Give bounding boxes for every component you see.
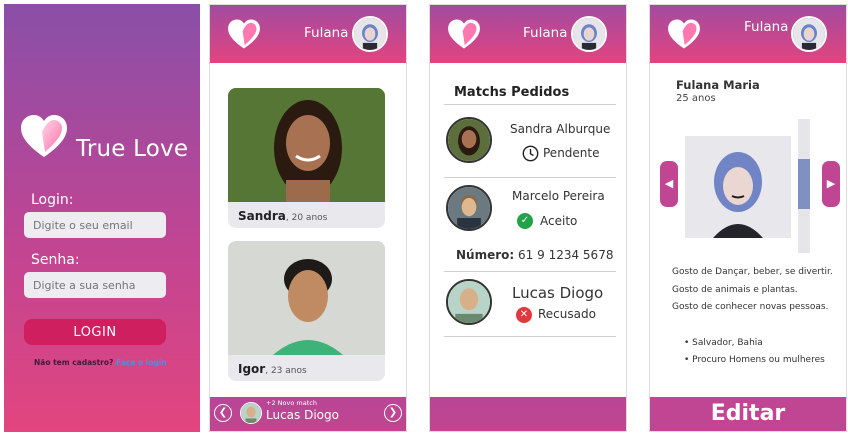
signup-link[interactable]: Faça o login [116,358,167,367]
match-avatar[interactable] [446,279,492,325]
matches-screen: Fulana Matchs Pedidos Sandra Alburque Pe… [429,4,627,432]
avatar[interactable] [791,16,827,52]
password-field[interactable] [24,272,166,298]
detail-item: • Procuro Homens ou mulheres [684,355,825,365]
match-status: Aceito [540,214,578,228]
heart-logo-icon [668,19,700,49]
profile-photo [228,241,385,355]
new-match-count: +2 Novo match [266,399,317,407]
card-name: Sandra [238,209,286,223]
match-avatar[interactable] [446,185,492,231]
chevron-right-icon[interactable]: ❯ [384,404,402,422]
phone-number: Número: 61 9 1234 5678 [456,248,613,262]
number-label: Número: [456,248,515,262]
swipe-screen: Fulana Sandra, 20 anos Igor, 23 anos ❮ +… [209,4,407,432]
header: Fulana [430,5,626,63]
clock-icon [522,145,539,162]
signup-prompt: Não tem cadastro? Faça o login [34,358,167,367]
match-name: Marcelo Pereira [512,189,605,203]
description-line: Gosto de animais e plantas. [672,285,798,295]
profile-photo [685,136,791,238]
match-avatar[interactable] [446,117,492,163]
login-label: Login: [31,192,74,208]
chevron-left-icon[interactable]: ❮ [214,404,232,422]
login-screen: True Love Login: Senha: LOGIN Não tem ca… [4,4,200,432]
divider [444,271,616,272]
number-value: 61 9 1234 5678 [518,248,614,262]
heart-logo-icon [21,115,67,157]
new-match-name[interactable]: Lucas Diogo [266,408,339,422]
login-button[interactable]: LOGIN [24,319,166,345]
detail-text: Salvador, Bahia [692,338,763,348]
divider [444,177,616,178]
card-name: Igor [238,362,266,376]
heart-logo-icon [228,19,260,49]
match-status: Pendente [543,146,600,160]
profile-photo [228,88,385,202]
header: Fulana [650,5,846,63]
user-name: Fulana [304,25,349,41]
chevron-right-icon[interactable]: ▶ [822,161,840,207]
chevron-left-icon[interactable]: ◀ [660,161,678,207]
user-name: Fulana [744,19,789,35]
detail-item: • Salvador, Bahia [684,338,763,348]
new-match-avatar[interactable] [240,402,262,424]
match-name: Sandra Alburque [510,122,611,136]
description-line: Gosto de Dançar, beber, se divertir. [672,267,833,277]
divider [444,104,616,105]
new-match-bar: ❮ +2 Novo match Lucas Diogo ❯ [210,397,406,431]
avatar[interactable] [352,16,388,52]
profile-card[interactable]: Igor, 23 anos [228,241,385,381]
profile-age: 25 anos [676,93,716,104]
edit-button[interactable]: Editar [650,397,846,431]
password-label: Senha: [31,252,80,268]
page-title: Matchs Pedidos [454,85,570,100]
card-caption: Igor, 23 anos [238,362,307,376]
detail-text: Procuro Homens ou mulheres [692,355,825,365]
brand-name: True Love [76,136,189,162]
divider [444,336,616,337]
email-field[interactable] [24,212,166,238]
match-name: Lucas Diogo [512,284,604,302]
check-icon: ✓ [517,213,533,229]
signup-prompt-text: Não tem cadastro? [34,358,114,367]
card-caption: Sandra, 20 anos [238,209,327,223]
profile-screen: Fulana Fulana Maria 25 anos ◀ ▶ Gosto de… [649,4,847,432]
card-age: , 20 anos [285,213,328,223]
next-photo-preview[interactable] [798,119,810,253]
user-name: Fulana [523,25,568,41]
card-age: , 23 anos [265,366,307,376]
close-icon: ✕ [516,307,532,323]
description-line: Gosto de conhecer novas pessoas. [672,302,829,312]
profile-name: Fulana Maria [676,78,760,92]
avatar[interactable] [571,16,607,52]
heart-logo-icon [448,19,480,49]
profile-card[interactable]: Sandra, 20 anos [228,88,385,228]
footer-bar [430,397,626,431]
header: Fulana [210,5,406,63]
match-status: Recusado [538,307,596,321]
